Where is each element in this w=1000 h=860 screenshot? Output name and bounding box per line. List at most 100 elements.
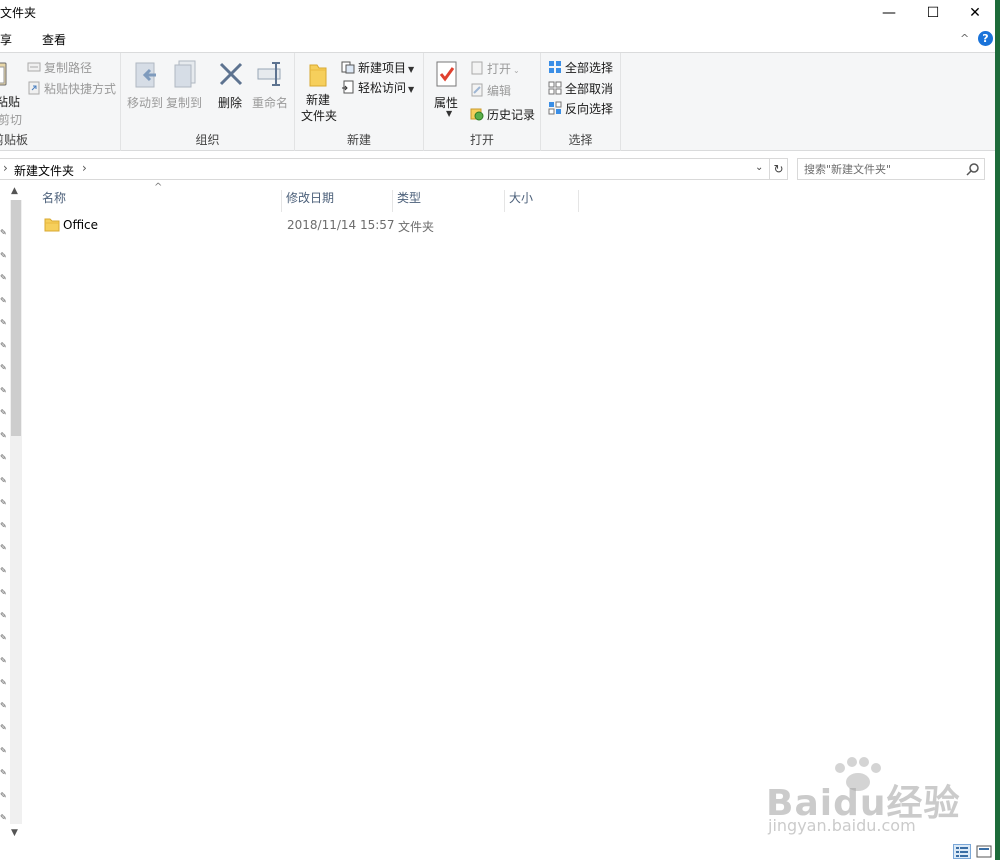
- select-none-button[interactable]: 全部取消: [548, 80, 613, 97]
- paste-shortcut-label: 粘贴快捷方式: [44, 82, 117, 96]
- move-to-button[interactable]: 移动到: [127, 94, 163, 111]
- address-history-dropdown-icon[interactable]: ⌄: [755, 162, 763, 173]
- properties-dropdown-icon[interactable]: ▼: [446, 109, 452, 118]
- paste-shortcut-button[interactable]: 粘贴快捷方式: [27, 80, 116, 97]
- minimize-icon: —: [882, 5, 896, 21]
- file-row[interactable]: Office 2018/11/14 15:57 文件夹: [42, 214, 602, 236]
- open-button[interactable]: 打开 ⌄: [470, 60, 520, 77]
- breadcrumb-separator-icon[interactable]: ›: [3, 161, 8, 175]
- search-icon[interactable]: [966, 162, 980, 179]
- rename-button[interactable]: 重命名: [252, 94, 288, 111]
- invert-selection-label: 反向选择: [565, 102, 614, 116]
- column-header-size-label: 大小: [509, 191, 534, 205]
- history-label: 历史记录: [487, 108, 536, 122]
- tab-view[interactable]: 查看: [42, 31, 66, 48]
- pin-icon: ✎: [0, 520, 7, 530]
- new-item-label: 新建项目: [358, 61, 407, 75]
- pin-icon: ✎: [0, 543, 7, 552]
- pin-icon: ✎: [0, 228, 7, 237]
- large-icons-view-icon: [976, 845, 992, 858]
- ribbon-collapse-icon[interactable]: ^: [960, 32, 969, 45]
- paste-button[interactable]: 粘贴: [0, 93, 20, 110]
- large-icons-view-button[interactable]: [975, 844, 993, 859]
- select-group-label: 选择: [568, 133, 593, 147]
- breadcrumb-separator-icon[interactable]: ›: [82, 161, 87, 175]
- open-label: 打开: [487, 62, 512, 76]
- refresh-button[interactable]: ↻: [770, 158, 788, 180]
- new-folder-button[interactable]: 新建 文件夹: [301, 92, 338, 124]
- baidu-watermark: Baidu经验 jingyan.baidu.com: [766, 757, 966, 840]
- column-header-type-label: 类型: [397, 191, 422, 205]
- pin-icon: ✎: [0, 318, 7, 327]
- search-box[interactable]: [797, 158, 985, 180]
- file-list[interactable]: ^ 名称 修改日期 类型 大小 Office 2018/11/14 15:57 …: [24, 182, 1000, 844]
- invert-selection-button[interactable]: 反向选择: [548, 100, 613, 117]
- nav-scroll-down-icon[interactable]: ▼: [11, 828, 18, 838]
- pin-icon: ✎: [0, 790, 7, 800]
- easy-access-button[interactable]: 轻松访问 ▼: [341, 79, 414, 96]
- maximize-icon: ☐: [926, 5, 940, 21]
- edit-icon: [470, 83, 484, 97]
- edit-label: 编辑: [487, 84, 512, 98]
- easy-access-label: 轻松访问: [358, 81, 407, 95]
- breadcrumb-item[interactable]: 新建文件夹: [14, 162, 74, 179]
- pin-icon: ✎: [0, 430, 7, 440]
- tab-share[interactable]: 共享: [0, 31, 12, 48]
- new-item-icon: [341, 60, 355, 74]
- delete-button[interactable]: 删除: [218, 94, 242, 111]
- open-group-label: 打开: [469, 133, 494, 147]
- close-icon: ✕: [969, 5, 981, 21]
- easy-access-dropdown-icon: ▼: [408, 85, 415, 94]
- new-item-dropdown-icon: ▼: [408, 65, 415, 74]
- column-header-name[interactable]: 名称: [38, 190, 282, 212]
- maximize-button[interactable]: ☐: [910, 0, 956, 26]
- pin-icon: ✎: [0, 723, 7, 732]
- close-button[interactable]: ✕: [952, 0, 998, 26]
- easy-access-icon: [341, 80, 355, 94]
- pin-icon: ✎: [0, 768, 7, 777]
- organize-group-label: 组织: [195, 133, 220, 147]
- edit-button[interactable]: 编辑: [470, 82, 511, 99]
- invert-selection-icon: [548, 101, 562, 115]
- file-name[interactable]: Office: [63, 218, 98, 232]
- help-icon[interactable]: ?: [978, 31, 993, 46]
- pin-icon: ✎: [0, 610, 7, 620]
- new-folder-label-line2: 文件夹: [301, 109, 338, 123]
- status-bar: [0, 844, 1000, 860]
- column-header-size[interactable]: 大小: [505, 190, 579, 212]
- select-all-label: 全部选择: [565, 61, 614, 75]
- details-view-button[interactable]: [953, 844, 971, 859]
- history-button[interactable]: 历史记录: [470, 106, 535, 123]
- address-bar[interactable]: › 新建文件夹 › ⌄: [0, 158, 770, 180]
- clipboard-group: 粘贴 复制路径 粘贴快捷方式 剪切 剪贴板: [0, 53, 121, 151]
- cut-button[interactable]: 剪切: [0, 111, 22, 128]
- column-header-date[interactable]: 修改日期: [282, 190, 393, 212]
- column-header-date-label: 修改日期: [286, 191, 335, 205]
- ribbon: 粘贴 复制路径 粘贴快捷方式 剪切 剪贴板 移动到 复制到 删除 重命名 组织: [0, 52, 1000, 151]
- pin-icon: ✎: [0, 588, 7, 597]
- watermark-url: jingyan.baidu.com: [768, 816, 916, 835]
- select-all-icon: [548, 60, 562, 74]
- pin-icon: ✎: [0, 453, 7, 462]
- column-header-type[interactable]: 类型: [393, 190, 505, 212]
- pin-icon: ✎: [0, 633, 7, 642]
- file-date: 2018/11/14 15:57: [287, 218, 395, 232]
- search-input[interactable]: [804, 161, 964, 177]
- pin-icon: ✎: [0, 678, 7, 687]
- select-all-button[interactable]: 全部选择: [548, 59, 613, 76]
- pin-icon: ✎: [0, 700, 7, 710]
- nav-scroll-up-icon[interactable]: ▲: [11, 186, 18, 196]
- open-dropdown-icon: ⌄: [513, 66, 520, 75]
- pin-icon: ✎: [0, 565, 7, 575]
- copy-path-button[interactable]: 复制路径: [27, 59, 92, 76]
- navigation-pane[interactable]: ▲ ▼ ✎ ✎ ✎ ✎ ✎ ✎ ✎ ✎ ✎ ✎ ✎ ✎ ✎ ✎ ✎ ✎ ✎ ✎ ✎ ✎ ✎ ✎ ✎ ✎ ✎ ✎ ✎: [0, 184, 24, 844]
- pin-icon: ✎: [0, 295, 7, 305]
- new-item-button[interactable]: 新建项目 ▼: [341, 59, 414, 76]
- copy-to-button[interactable]: 复制到: [166, 94, 202, 111]
- properties-icon: [436, 60, 458, 91]
- nav-scrollbar-thumb[interactable]: [11, 200, 21, 436]
- pin-icon: ✎: [0, 273, 7, 282]
- minimize-button[interactable]: —: [866, 0, 912, 26]
- move-to-icon: [134, 61, 160, 94]
- pin-icon: ✎: [0, 250, 7, 260]
